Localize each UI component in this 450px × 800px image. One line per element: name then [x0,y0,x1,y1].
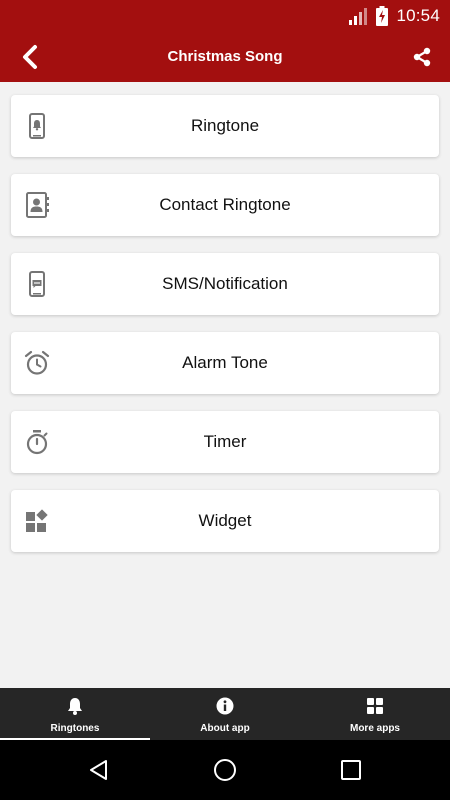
status-icons: 10:54 [348,0,450,32]
menu-item-label: SMS/Notification [162,274,288,293]
bell-icon [68,698,82,715]
menu-item-label: Contact Ringtone [159,195,291,214]
menu-item-timer[interactable]: Timer [11,411,439,473]
app-bar: Christmas Song [0,32,450,82]
tab-ringtones[interactable]: Ringtones [0,688,150,740]
tab-label: More apps [349,723,400,734]
share-button[interactable] [408,43,436,71]
signal-icon [348,7,368,25]
ringtone-options-list: Ringtone Contact Ringtone SMS/Notificati… [11,95,439,569]
menu-item-widget[interactable]: Widget [11,490,439,552]
tab-label: Ringtones [50,723,100,734]
recents-square-icon[interactable] [339,758,363,782]
grid-icon [367,698,383,714]
status-time: 10:54 [396,6,440,25]
menu-item-label: Widget [198,511,252,530]
menu-item-label: Alarm Tone [182,353,268,372]
home-circle-icon[interactable] [213,758,237,782]
bottom-navigation: Ringtones About app More apps [0,688,450,740]
tab-about-app[interactable]: About app [150,688,300,740]
menu-item-ringtone[interactable]: Ringtone [11,95,439,157]
info-icon [216,697,234,715]
tab-label: About app [200,723,250,734]
page-title: Christmas Song [167,48,283,65]
menu-item-alarm-tone[interactable]: Alarm Tone [11,332,439,394]
share-icon [413,47,431,67]
back-triangle-icon[interactable] [87,758,111,782]
status-bar: 10:54 [0,0,450,32]
system-navigation-bar [0,740,450,800]
menu-item-contact-ringtone[interactable]: Contact Ringtone [11,174,439,236]
tab-more-apps[interactable]: More apps [300,688,450,740]
battery-charging-icon [376,6,389,26]
menu-item-label: Timer [203,432,247,451]
menu-item-sms-notification[interactable]: SMS/Notification [11,253,439,315]
menu-item-label: Ringtone [190,116,260,135]
